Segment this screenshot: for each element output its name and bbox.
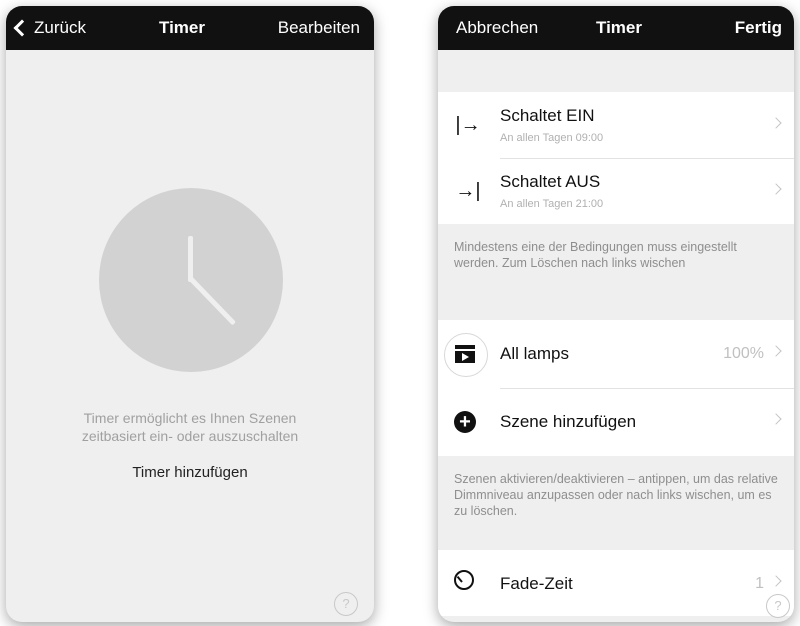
nav-bar: Zurück Timer Bearbeiten [6,6,374,50]
timer-edit-screen: Abbrechen Timer Fertig |→ Schaltet EIN A… [438,6,794,622]
plus-circle-icon: + [454,411,476,433]
scene-title: All lamps [500,344,569,363]
switch-on-row[interactable]: |→ Schaltet EIN An allen Tagen 09:00 [438,92,794,158]
back-label: Zurück [34,18,86,37]
cancel-button[interactable]: Abbrechen [456,18,538,38]
back-button[interactable]: Zurück [13,18,86,38]
chevron-left-icon [13,19,31,37]
clapperboard-icon [455,345,475,363]
chevron-right-icon [770,117,782,129]
nav-bar: Abbrechen Timer Fertig [438,6,794,50]
description-line: Timer ermöglicht es Ihnen Szenen [83,410,297,426]
done-button[interactable]: Fertig [735,18,782,38]
add-scene-row[interactable]: + Szene hinzufügen [438,388,794,456]
row-subtitle: An allen Tagen 09:00 [500,132,604,144]
switch-off-icon: →| [455,180,481,202]
page-title: Timer [596,18,642,37]
add-scene-label: Szene hinzufügen [500,412,637,431]
scenes-group: All lamps 100% + Szene hinzufügen [438,320,794,456]
fade-time-row[interactable]: Fade-Zeit 1 [438,550,794,616]
chevron-right-icon [770,183,782,195]
chevron-right-icon [770,345,782,357]
scene-avatar [444,333,488,377]
help-icon[interactable]: ? [334,592,358,616]
edit-button[interactable]: Bearbeiten [278,18,360,38]
empty-state-description: Timer ermöglicht es Ihnen Szenen zeitbas… [6,409,374,445]
row-title: Schaltet AUS [500,172,601,191]
chevron-right-icon [770,413,782,425]
timer-list-screen: Zurück Timer Bearbeiten Timer ermöglicht… [6,6,374,622]
chevron-right-icon [770,575,782,587]
conditions-note: Mindestens eine der Bedingungen muss ein… [454,240,737,270]
fade-value: 1 [755,575,764,592]
scene-dim-value: 100% [723,345,764,362]
clock-hour-hand [188,236,193,282]
clock-icon [99,188,283,372]
row-title: Schaltet EIN [500,106,595,125]
add-timer-button[interactable]: Timer hinzufügen [6,464,374,481]
scenes-note: Szenen aktivieren/deaktivieren – antippe… [454,472,778,518]
scene-row-all-lamps[interactable]: All lamps 100% [438,320,794,388]
row-subtitle: An allen Tagen 21:00 [500,198,604,210]
fade-group: Fade-Zeit 1 [438,550,794,616]
divider [500,388,794,389]
timer-icon [454,570,474,590]
timer-conditions-group: |→ Schaltet EIN An allen Tagen 09:00 →| … [438,92,794,224]
page-title: Timer [159,18,205,37]
divider [500,158,794,159]
fade-title: Fade-Zeit [500,574,573,593]
help-icon[interactable]: ? [766,594,790,618]
description-line: zeitbasiert ein- oder auszuschalten [81,428,299,444]
switch-on-icon: |→ [455,114,481,136]
clock-minute-hand [187,275,237,326]
switch-off-row[interactable]: →| Schaltet AUS An allen Tagen 21:00 [438,158,794,224]
